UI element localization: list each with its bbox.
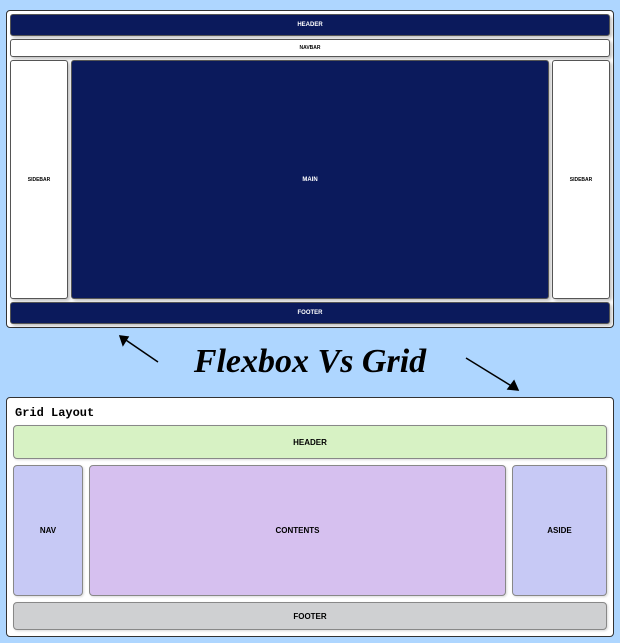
flex-header: HEADER — [10, 14, 610, 36]
flex-navbar-label: NAVBAR — [299, 45, 320, 51]
grid-aside: ASIDE — [512, 465, 607, 596]
grid-contents-label: CONTENTS — [276, 526, 320, 535]
flex-sidebar-left: SIDEBAR — [10, 60, 68, 299]
flex-sidebar-right-label: SIDEBAR — [570, 177, 593, 183]
grid-layout-title: Grid Layout — [13, 404, 607, 420]
flex-sidebar-right: SIDEBAR — [552, 60, 610, 299]
flex-main-label: MAIN — [302, 177, 317, 183]
flex-header-label: HEADER — [297, 22, 322, 28]
flex-navbar: NAVBAR — [10, 39, 610, 57]
grid-footer: FOOTER — [13, 602, 607, 630]
grid-nav: NAV — [13, 465, 83, 596]
grid-contents: CONTENTS — [89, 465, 506, 596]
grid-header: HEADER — [13, 425, 607, 459]
grid-footer-label: FOOTER — [293, 612, 326, 621]
flex-main: MAIN — [71, 60, 549, 299]
grid-nav-label: NAV — [40, 526, 56, 535]
grid-diagram: Grid Layout HEADER NAV CONTENTS ASIDE FO… — [6, 397, 614, 637]
grid-aside-label: ASIDE — [547, 526, 571, 535]
grid-header-label: HEADER — [293, 438, 327, 447]
flex-middle-row: SIDEBAR MAIN SIDEBAR — [10, 60, 610, 299]
comparison-title: Flexbox Vs Grid — [0, 343, 620, 381]
grid-body: HEADER NAV CONTENTS ASIDE FOOTER — [13, 425, 607, 630]
flex-sidebar-left-label: SIDEBAR — [28, 177, 51, 183]
flexbox-diagram: HEADER NAVBAR SIDEBAR MAIN SIDEBAR FOOTE… — [6, 10, 614, 328]
flex-footer: FOOTER — [10, 302, 610, 324]
flex-footer-label: FOOTER — [298, 310, 323, 316]
